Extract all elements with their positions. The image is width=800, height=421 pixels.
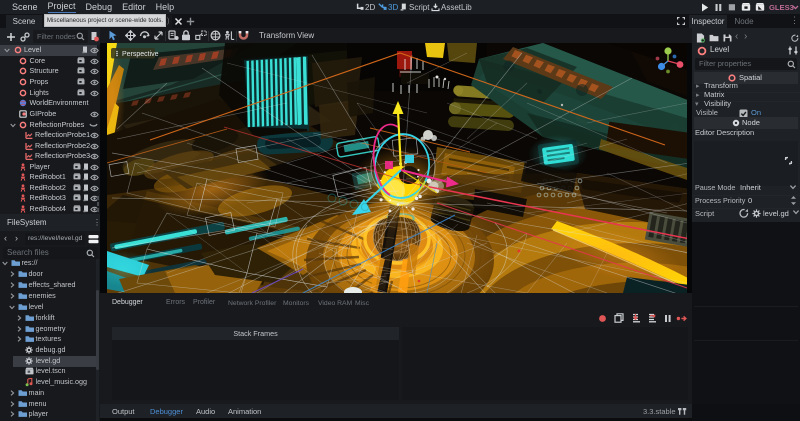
svg-text:Perspective: Perspective	[122, 51, 159, 58]
